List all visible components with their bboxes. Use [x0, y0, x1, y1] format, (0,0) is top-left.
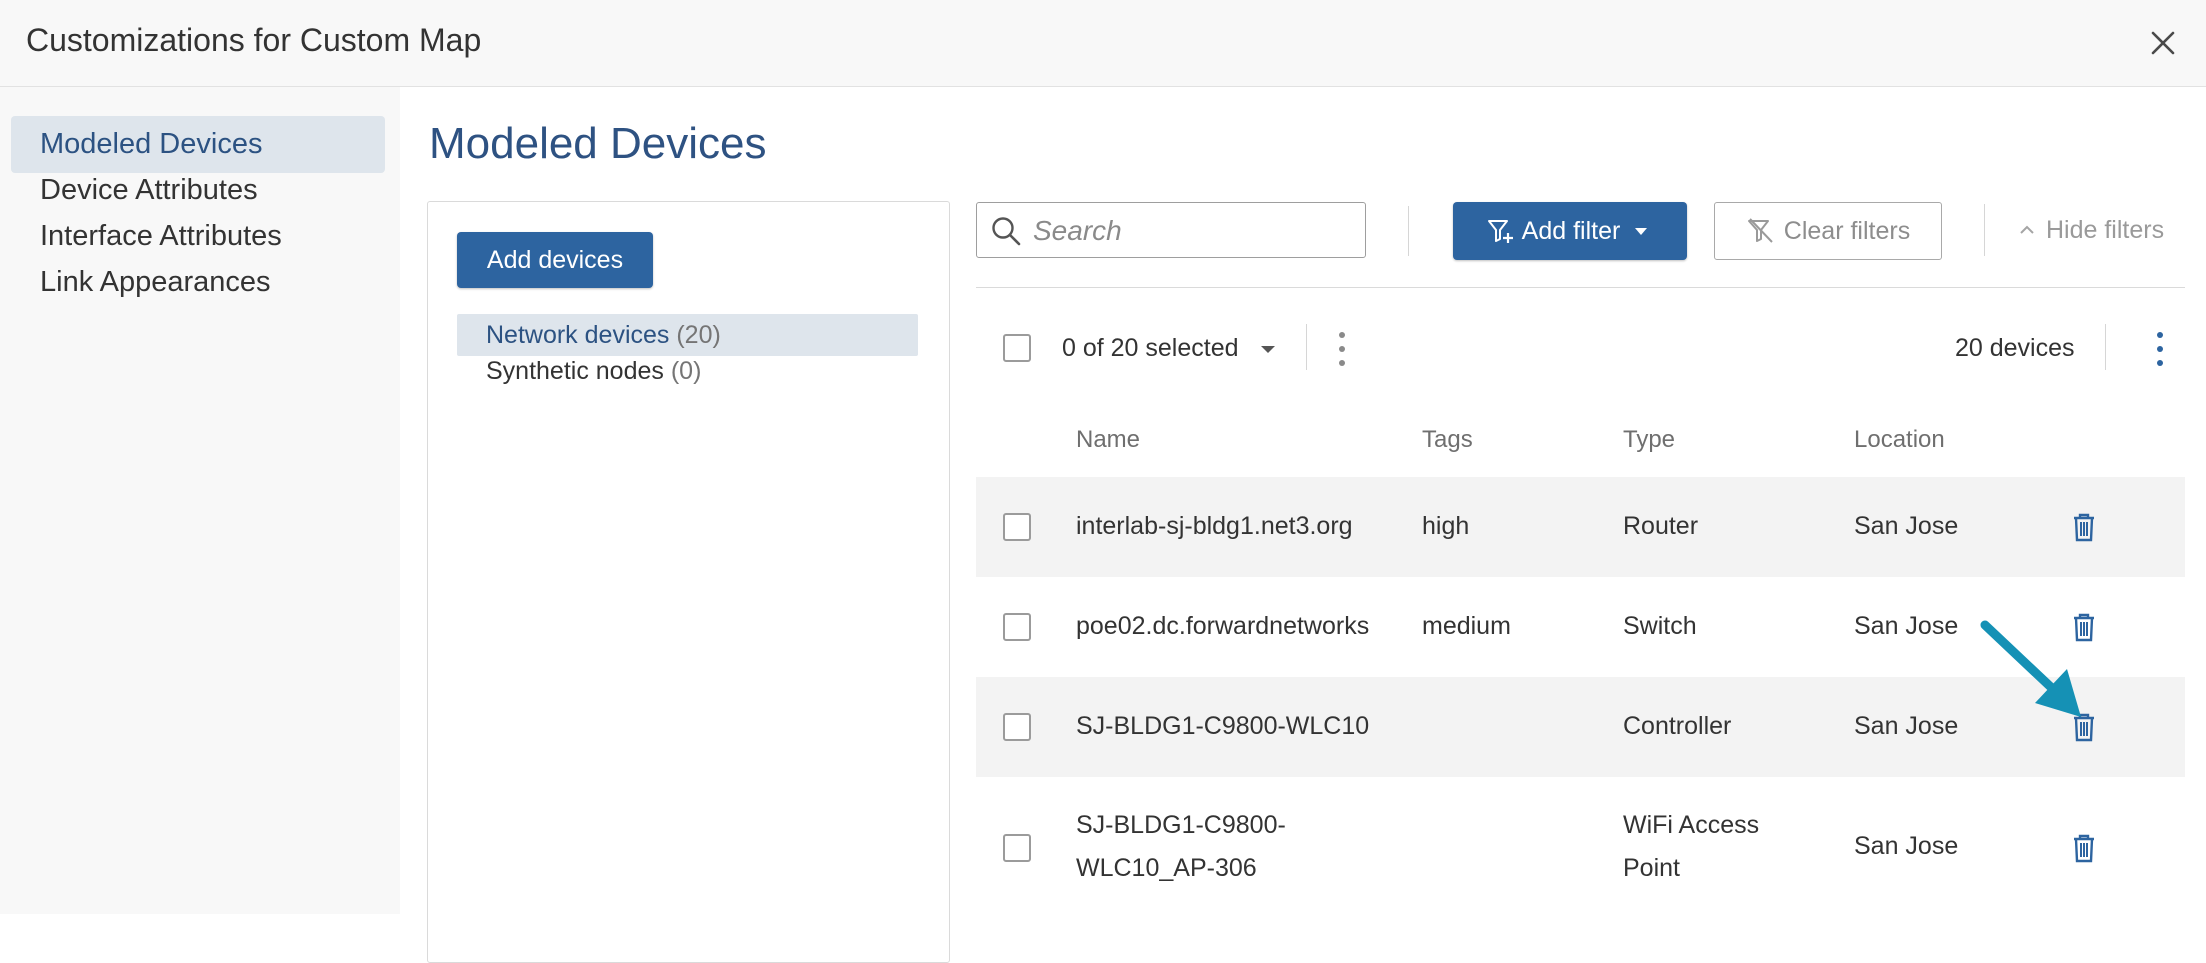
- column-header-name[interactable]: Name: [1076, 425, 1140, 455]
- device-name: interlab-sj-bldg1.net3.org: [1076, 512, 1353, 540]
- device-name: SJ-BLDG1-C9800-: [1076, 811, 1286, 839]
- more-vertical-icon[interactable]: [2150, 332, 2170, 366]
- device-type: Router: [1623, 512, 1699, 540]
- device-location: San Jose: [1854, 832, 1959, 860]
- count-divider: [2105, 324, 2106, 370]
- device-type: Controller: [1623, 712, 1732, 740]
- trash-icon[interactable]: [2072, 612, 2096, 642]
- device-location: San Jose: [1854, 512, 1959, 540]
- toolbar-separator: [976, 287, 2185, 288]
- device-name-continued: WLC10_AP-306: [1076, 854, 1257, 882]
- more-vertical-icon[interactable]: [1332, 332, 1352, 366]
- column-header-type[interactable]: Type: [1623, 425, 1675, 455]
- group-count: (20): [676, 321, 721, 349]
- chevron-up-icon: [2020, 225, 2034, 234]
- hide-filters-label: Hide filters: [2046, 215, 2165, 244]
- device-type: WiFi Access: [1623, 811, 1760, 839]
- nav-item-link-appearances[interactable]: Link Appearances: [11, 254, 385, 311]
- column-header-tags[interactable]: Tags: [1422, 425, 1473, 455]
- search-input[interactable]: [1031, 211, 1355, 251]
- search-box[interactable]: [976, 202, 1366, 258]
- device-type: Switch: [1623, 612, 1697, 640]
- row-checkbox[interactable]: [1003, 613, 1031, 641]
- clear-filters-button[interactable]: Clear filters: [1714, 202, 1942, 260]
- device-type-continued: Point: [1623, 854, 1680, 882]
- clear-filters-label: Clear filters: [1783, 216, 1911, 245]
- column-header-location[interactable]: Location: [1854, 425, 1945, 455]
- select-all-checkbox[interactable]: [1003, 334, 1031, 362]
- toolbar-divider: [1984, 204, 1985, 256]
- dialog-title: Customizations for Custom Map: [26, 22, 482, 58]
- dialog-header: Customizations for Custom Map: [0, 0, 2206, 87]
- device-count: 20 devices: [1955, 334, 2075, 362]
- add-devices-button[interactable]: Add devices: [457, 232, 653, 288]
- search-icon: [992, 217, 1021, 246]
- group-label: Network devices: [486, 321, 670, 349]
- group-label: Synthetic nodes: [486, 357, 664, 385]
- trash-icon[interactable]: [2072, 512, 2096, 542]
- table-row[interactable]: poe02.dc.forwardnetworks medium Switch S…: [976, 577, 2185, 677]
- page-title: Modeled Devices: [429, 119, 767, 168]
- caret-down-icon[interactable]: [1255, 336, 1281, 362]
- selection-divider: [1306, 324, 1307, 370]
- device-tags: medium: [1422, 612, 1511, 640]
- group-synthetic-nodes[interactable]: Synthetic nodes (0): [457, 350, 918, 392]
- table-row[interactable]: SJ-BLDG1-C9800-WLC10 Controller San Jose: [976, 677, 2185, 777]
- table-row[interactable]: SJ-BLDG1-C9800- WLC10_AP-306 WiFi Access…: [976, 777, 2185, 917]
- device-group-panel: Add devices Network devices (20) Synthet…: [427, 201, 950, 963]
- selection-count[interactable]: 0 of 20 selected: [1062, 333, 1239, 363]
- table-row[interactable]: interlab-sj-bldg1.net3.org high Router S…: [976, 477, 2185, 577]
- row-checkbox[interactable]: [1003, 834, 1031, 862]
- row-checkbox[interactable]: [1003, 513, 1031, 541]
- trash-icon[interactable]: [2072, 712, 2096, 742]
- device-location: San Jose: [1854, 612, 1959, 640]
- toolbar-divider: [1408, 206, 1409, 256]
- device-tags: high: [1422, 512, 1470, 540]
- close-icon[interactable]: [2144, 24, 2182, 62]
- device-location: San Jose: [1854, 712, 1959, 740]
- trash-icon[interactable]: [2072, 833, 2096, 863]
- group-count: (0): [670, 357, 702, 385]
- row-checkbox[interactable]: [1003, 713, 1031, 741]
- device-name: poe02.dc.forwardnetworks: [1076, 612, 1370, 640]
- hide-filters-button[interactable]: Hide filters: [2018, 202, 2164, 258]
- filter-icon: [1487, 220, 1513, 243]
- add-filter-button[interactable]: Add filter: [1453, 202, 1687, 260]
- main-content: Modeled Devices Add devices Network devi…: [400, 87, 2206, 963]
- device-name: SJ-BLDG1-C9800-WLC10: [1076, 712, 1370, 740]
- add-filter-label: Add filter: [1521, 216, 1621, 245]
- clear-filter-icon: [1747, 218, 1773, 243]
- caret-down-icon: [1635, 228, 1648, 235]
- left-nav: Modeled Devices Device Attributes Interf…: [0, 87, 400, 914]
